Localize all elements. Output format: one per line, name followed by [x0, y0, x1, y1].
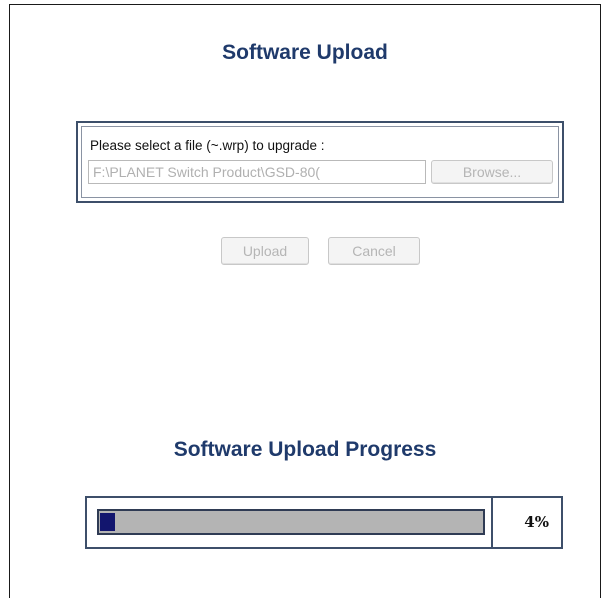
file-select-panel: Please select a file (~.wrp) to upgrade …: [76, 121, 564, 203]
progress-bar-fill: [100, 513, 115, 531]
progress-divider: [491, 498, 493, 547]
page-frame: Software Upload Please select a file (~.…: [9, 4, 601, 598]
page-title: Software Upload: [222, 41, 388, 64]
progress-title: Software Upload Progress: [173, 438, 437, 461]
progress-percent: 4%: [524, 513, 549, 531]
cancel-button[interactable]: Cancel: [328, 237, 420, 265]
progress-bar-track: [97, 509, 485, 535]
browse-button[interactable]: Browse...: [431, 160, 553, 184]
upload-progress-panel: 4%: [85, 496, 563, 549]
file-path-input[interactable]: F:\PLANET Switch Product\GSD-80(: [88, 160, 426, 184]
upload-button[interactable]: Upload: [221, 237, 309, 265]
file-select-inner: Please select a file (~.wrp) to upgrade …: [81, 126, 559, 198]
file-select-label: Please select a file (~.wrp) to upgrade …: [90, 138, 325, 153]
